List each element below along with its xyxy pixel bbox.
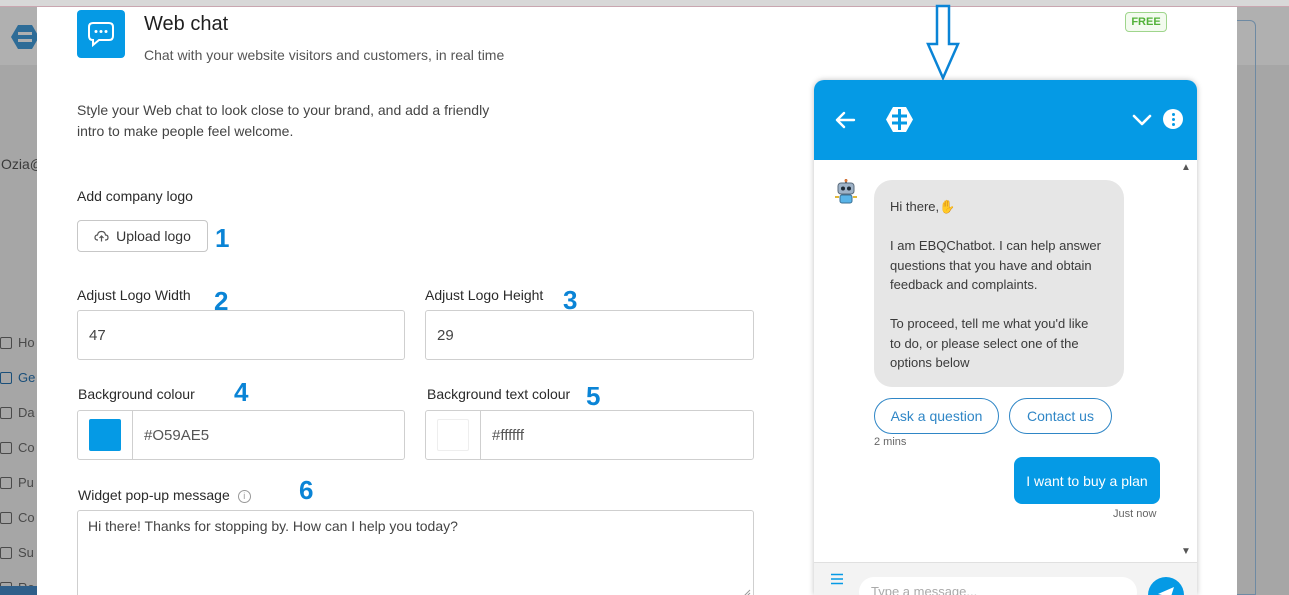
upload-logo-label: Upload logo: [116, 228, 191, 244]
intro-text: Style your Web chat to look close to you…: [77, 102, 490, 139]
background-logo-icon: [11, 25, 39, 49]
bot-line: feedback and complaints.: [890, 277, 1038, 292]
bot-greeting: Hi there,✋: [890, 199, 956, 214]
popup-message-value: Hi there! Thanks for stopping by. How ca…: [88, 518, 458, 534]
nav-icon: [0, 476, 12, 489]
popup-message-label: Widget pop-up message i: [78, 487, 251, 503]
nav-icon: [0, 441, 12, 454]
nav-icon: [0, 336, 12, 349]
quick-reply-ask-question[interactable]: Ask a question: [874, 398, 999, 434]
annotation-number-5: 5: [586, 381, 601, 411]
message-input[interactable]: Type a message...: [859, 577, 1137, 595]
browser-top-line: [0, 0, 1289, 7]
logo-width-input[interactable]: 47: [77, 310, 405, 360]
popup-message-textarea[interactable]: Hi there! Thanks for stopping by. How ca…: [77, 510, 754, 595]
bg-text-colour-swatch-wrap[interactable]: [426, 411, 481, 459]
bot-line: I am EBQChatbot. I can help answer: [890, 238, 1101, 253]
background-bottom-tab: [0, 586, 38, 595]
bg-nav-item: Ho: [0, 325, 40, 360]
nav-icon: [0, 546, 12, 559]
bg-text-colour-label: Background text colour: [427, 386, 571, 402]
annotation-number-6: 6: [299, 475, 314, 505]
web-chat-app-icon: [77, 10, 125, 58]
bg-nav-item: Pu: [0, 465, 40, 500]
annotation-number-1: 1: [215, 223, 230, 253]
background-nav: Ho Ge Da Co Pu Co Su Re: [0, 325, 40, 595]
background-right-panel: [1236, 20, 1256, 595]
info-icon[interactable]: i: [237, 489, 251, 503]
quick-reply-contact-us[interactable]: Contact us: [1009, 398, 1112, 434]
back-arrow-icon[interactable]: [834, 109, 856, 131]
bg-nav-item: Su: [0, 535, 40, 570]
bg-nav-item-active: Ge: [0, 360, 40, 395]
user-timestamp: Just now: [1113, 508, 1157, 520]
annotation-number-4: 4: [234, 377, 249, 407]
modal-subtitle: Chat with your website visitors and cust…: [144, 47, 505, 63]
send-icon: [1158, 587, 1174, 595]
bot-line: to do, or please select one of the: [890, 335, 1079, 351]
modal-title: Web chat: [144, 13, 229, 35]
bg-text-colour-value[interactable]: #ffffff: [481, 411, 524, 459]
chevron-down-icon[interactable]: [1132, 112, 1152, 128]
bg-colour-swatch-wrap[interactable]: [78, 411, 133, 459]
bot-line: questions that you have and obtain: [890, 257, 1092, 273]
bg-colour-swatch[interactable]: [89, 419, 121, 451]
bg-colour-field[interactable]: #O59AE5: [77, 410, 405, 460]
scroll-down-icon[interactable]: ▼: [1181, 546, 1191, 557]
wave-hand-icon: ✋: [939, 199, 956, 214]
cloud-upload-icon: [94, 230, 109, 242]
bot-timestamp: 2 mins: [874, 436, 907, 448]
free-badge: FREE: [1125, 12, 1167, 32]
down-arrow-icon: [926, 4, 960, 80]
robot-avatar-icon: [835, 179, 857, 204]
chat-input-bar: Type a message...: [814, 562, 1197, 595]
nav-icon: [0, 511, 12, 524]
chat-body: ▲ ▼ Hi there,✋ I am EBQChatbot. I can he…: [814, 160, 1197, 562]
bot-message-bubble: Hi there,✋ I am EBQChatbot. I can help a…: [874, 180, 1124, 387]
upload-logo-button[interactable]: Upload logo: [77, 220, 208, 252]
resize-grip-icon[interactable]: [743, 589, 751, 595]
nav-icon: [0, 406, 12, 419]
chat-header: [814, 80, 1197, 160]
bg-nav-item: Co: [0, 500, 40, 535]
company-logo-icon: [886, 107, 913, 132]
add-logo-label: Add company logo: [77, 188, 193, 204]
logo-height-label: Adjust Logo Height: [425, 287, 544, 303]
chat-widget-preview: ▲ ▼ Hi there,✋ I am EBQChatbot. I can he…: [814, 80, 1197, 595]
bg-text-colour-swatch[interactable]: [437, 419, 469, 451]
bot-line: To proceed, tell me what you'd like: [890, 316, 1089, 331]
logo-height-input[interactable]: 29: [425, 310, 754, 360]
bg-nav-item: Co: [0, 430, 40, 465]
bg-colour-value[interactable]: #O59AE5: [133, 411, 209, 459]
scroll-up-icon[interactable]: ▲: [1181, 162, 1191, 173]
bg-text-colour-field[interactable]: #ffffff: [425, 410, 754, 460]
send-button[interactable]: [1148, 577, 1184, 595]
nav-icon: [0, 371, 12, 384]
chat-bubble-icon: [88, 22, 114, 47]
bg-colour-label: Background colour: [78, 386, 195, 402]
bot-line: options below: [890, 355, 970, 370]
popup-message-label-text: Widget pop-up message: [78, 487, 230, 503]
user-message-bubble: I want to buy a plan: [1014, 457, 1160, 504]
logo-width-label: Adjust Logo Width: [77, 287, 191, 303]
menu-icon[interactable]: [830, 573, 844, 585]
more-vert-icon[interactable]: [1163, 109, 1183, 129]
bg-nav-item: Da: [0, 395, 40, 430]
